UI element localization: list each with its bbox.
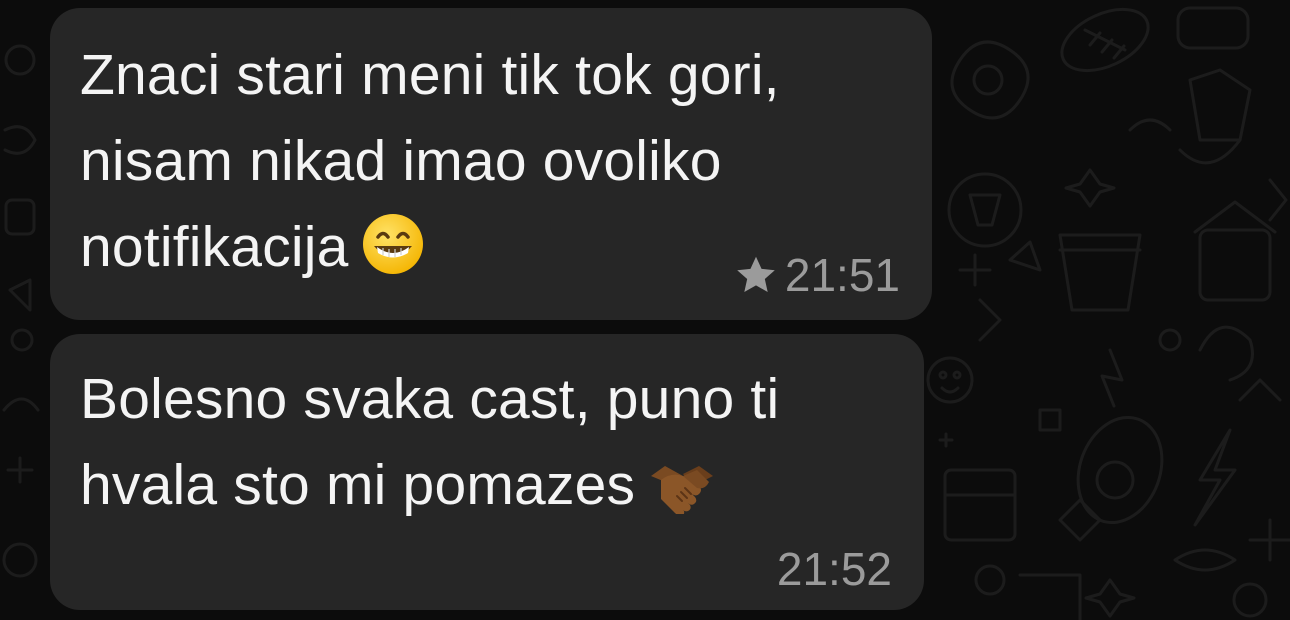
star-icon bbox=[737, 256, 775, 293]
message-line-text: hvala sto mi pomazes bbox=[80, 453, 636, 517]
message-text: Bolesno svaka cast, puno ti hvala sto mi… bbox=[80, 356, 894, 538]
message-meta: 21:51 bbox=[733, 248, 900, 302]
message-bubble[interactable]: Znaci stari meni tik tok gori, nisam nik… bbox=[50, 8, 932, 320]
message-line: Znaci stari meni tik tok gori, bbox=[80, 43, 780, 107]
chat-view: Znaci stari meni tik tok gori, nisam nik… bbox=[0, 0, 1290, 620]
handshake-icon bbox=[647, 452, 717, 538]
message-time: 21:51 bbox=[784, 249, 900, 301]
grinning-face-icon bbox=[361, 212, 425, 300]
message-line: hvala sto mi pomazes bbox=[80, 442, 894, 538]
message-bubble[interactable]: Bolesno svaka cast, puno ti hvala sto mi… bbox=[50, 334, 924, 610]
message-time: 21:52 bbox=[776, 543, 892, 595]
message-meta: 21:52 bbox=[777, 542, 892, 596]
message-line: nisam nikad imao ovoliko bbox=[80, 129, 722, 193]
message-line: Bolesno svaka cast, puno ti bbox=[80, 367, 780, 431]
message-line-text: notifikacija bbox=[80, 215, 349, 279]
